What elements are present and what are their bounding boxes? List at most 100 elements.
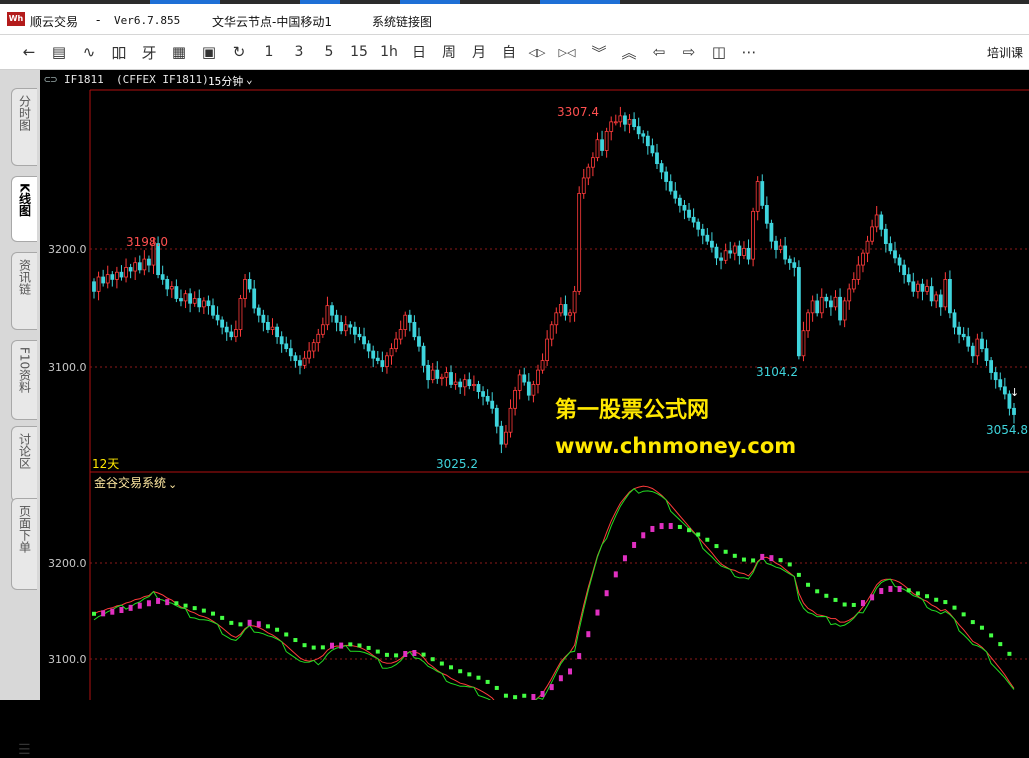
candle-body bbox=[357, 333, 362, 338]
candle-chart-icon[interactable]: 吅 bbox=[108, 41, 130, 63]
tab-order[interactable]: 页面下单 bbox=[11, 498, 37, 590]
menu-icon[interactable]: ☰ bbox=[18, 742, 34, 758]
tab-label: 资讯链 bbox=[17, 259, 32, 295]
quote-list-icon[interactable]: ▤ bbox=[48, 41, 70, 63]
candle-body bbox=[481, 391, 485, 397]
save-icon[interactable]: ▣ bbox=[198, 41, 220, 63]
candle-body bbox=[403, 314, 408, 330]
back-arrow-icon[interactable]: ← bbox=[18, 41, 40, 63]
indicator-square bbox=[485, 679, 490, 684]
analysis-icon[interactable]: ⽛ bbox=[138, 41, 160, 63]
server-node[interactable]: 文华云节点-中国移动1 bbox=[212, 13, 332, 30]
tab-kline[interactable]: K线图 bbox=[11, 176, 37, 242]
indicator-group bbox=[92, 485, 1015, 700]
candle-body bbox=[764, 204, 769, 224]
indicator-square bbox=[915, 591, 920, 596]
refresh-icon[interactable]: ↻ bbox=[228, 41, 250, 63]
period-3min-button[interactable]: 3 bbox=[288, 41, 310, 63]
toolbar: ← ▤ ∿ 吅 ⽛ ▦ ▣ ↻ 1 3 5 15 1h 日 周 月 自 ◁▷ ▷… bbox=[0, 35, 1029, 70]
period-week-button[interactable]: 周 bbox=[438, 41, 460, 63]
indicator-square bbox=[174, 601, 179, 606]
indicator-square bbox=[284, 632, 289, 637]
candle-body bbox=[110, 274, 115, 280]
candle-body bbox=[650, 145, 655, 154]
arrow-right-icon[interactable]: ⇨ bbox=[678, 41, 700, 63]
candle-body bbox=[261, 314, 266, 323]
zoom-out-icon[interactable]: ▷◁ bbox=[556, 41, 578, 63]
indicator-square bbox=[925, 594, 930, 599]
indicator-square bbox=[989, 633, 994, 638]
period-day-button[interactable]: 日 bbox=[408, 41, 430, 63]
candle-body bbox=[993, 372, 998, 381]
candle-body bbox=[682, 204, 687, 211]
indicator-square bbox=[979, 625, 984, 630]
tab-f10[interactable]: F10资料 bbox=[11, 340, 37, 420]
period-1h-button[interactable]: 1h bbox=[378, 41, 400, 63]
period-custom-button[interactable]: 自 bbox=[498, 41, 520, 63]
layout-icon[interactable]: ◫ bbox=[708, 41, 730, 63]
indicator-chevron-icon[interactable]: ⌄ bbox=[168, 478, 177, 491]
period-15min-button[interactable]: 15 bbox=[348, 41, 370, 63]
indicator-name[interactable]: 金谷交易系统 bbox=[94, 475, 166, 490]
indicator-square bbox=[412, 650, 417, 657]
candle-body bbox=[462, 379, 467, 388]
arrow-left-icon[interactable]: ⇦ bbox=[648, 41, 670, 63]
chart-area[interactable]: ⊂⊃ IF1811 (CFFEX IF1811) 15分钟 ⌄ 3200.0 3… bbox=[40, 70, 1029, 700]
indicator-square bbox=[220, 615, 225, 620]
tab-forum[interactable]: 讨论区 bbox=[11, 426, 37, 502]
candle-body bbox=[398, 329, 403, 340]
indicator-square bbox=[183, 603, 188, 608]
line-chart-icon[interactable]: ∿ bbox=[78, 41, 100, 63]
template-icon[interactable]: ▦ bbox=[168, 41, 190, 63]
tab-news[interactable]: 资讯链 bbox=[11, 252, 37, 330]
period-5min-button[interactable]: 5 bbox=[318, 41, 340, 63]
candle-body bbox=[604, 130, 609, 151]
candle-body bbox=[206, 300, 211, 307]
candle-body bbox=[819, 296, 824, 314]
indicator-square bbox=[357, 643, 362, 648]
candle-body bbox=[92, 281, 96, 292]
candle-body bbox=[449, 372, 453, 385]
candle-body bbox=[407, 314, 412, 323]
more-icon[interactable]: ⋯ bbox=[738, 41, 760, 63]
candle-body bbox=[829, 300, 833, 308]
candle-body bbox=[760, 181, 765, 206]
title-bar: Wh 顺云交易 - Ver6.7.855 文华云节点-中国移动1 系统链接图 bbox=[0, 4, 1029, 35]
candle-body bbox=[215, 314, 220, 321]
indicator-square bbox=[934, 597, 939, 602]
system-link[interactable]: 系统链接图 bbox=[372, 13, 432, 30]
candle-body bbox=[279, 336, 284, 345]
period-days-label: 12天 bbox=[92, 457, 119, 471]
candle-body bbox=[810, 300, 815, 314]
indicator-square bbox=[302, 643, 307, 648]
indicator-square bbox=[320, 645, 325, 650]
candle-body bbox=[183, 293, 188, 302]
candle-body bbox=[339, 321, 344, 332]
indicator-square bbox=[787, 562, 792, 567]
period-month-button[interactable]: 月 bbox=[468, 41, 490, 63]
candle-body bbox=[275, 326, 279, 338]
y-tick-3200: 3200.0 bbox=[48, 243, 87, 256]
indicator-square bbox=[778, 558, 783, 563]
indicator-square bbox=[705, 537, 710, 542]
candle-body bbox=[623, 115, 627, 125]
tab-timeshare[interactable]: 分时图 bbox=[11, 88, 37, 166]
candle-body bbox=[824, 296, 829, 302]
candle-body bbox=[609, 121, 614, 132]
candle-body bbox=[256, 307, 261, 316]
candle-body bbox=[851, 279, 856, 290]
tab-label: F10资料 bbox=[17, 347, 32, 394]
candle-body bbox=[348, 324, 353, 328]
candle-body bbox=[915, 283, 920, 292]
chevron-down-double-icon[interactable]: ︾ bbox=[588, 41, 610, 63]
candle-body bbox=[865, 240, 870, 254]
indicator-square bbox=[760, 553, 765, 560]
zoom-in-icon[interactable]: ◁▷ bbox=[526, 41, 548, 63]
training-link[interactable]: 培训课 bbox=[987, 44, 1023, 61]
candle-body bbox=[558, 304, 563, 314]
period-1min-button[interactable]: 1 bbox=[258, 41, 280, 63]
indicator-square bbox=[384, 652, 389, 657]
candle-body bbox=[320, 324, 325, 335]
indicator-square bbox=[906, 588, 911, 593]
chevron-up-double-icon[interactable]: ︽ bbox=[618, 41, 640, 63]
